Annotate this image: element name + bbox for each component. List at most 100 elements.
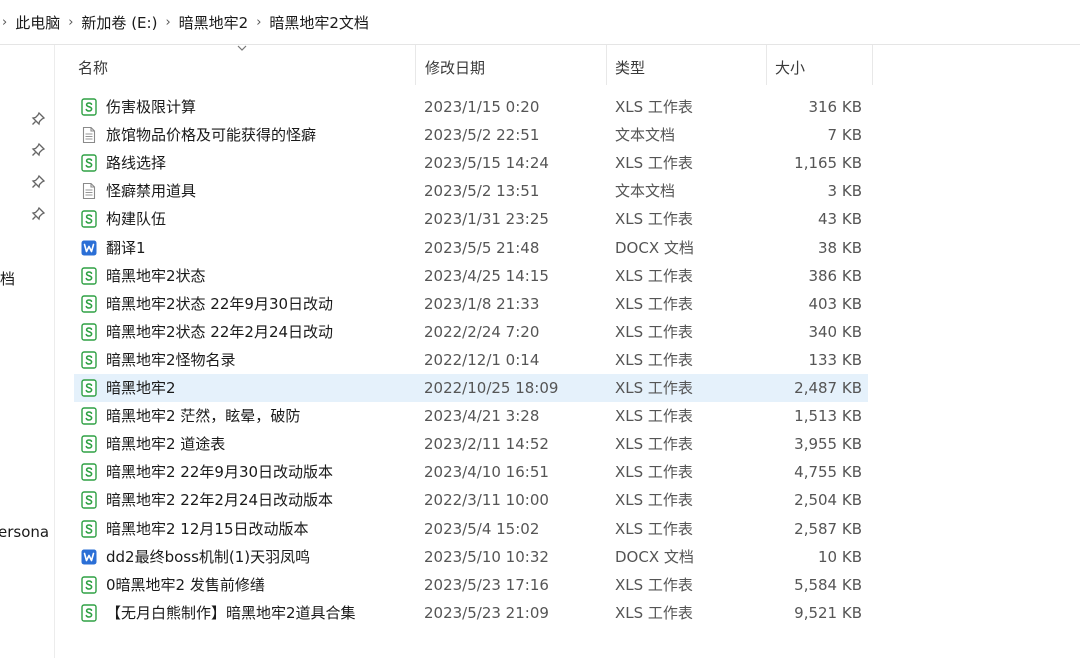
file-name: 构建队伍 bbox=[106, 210, 167, 228]
file-row[interactable]: 暗黑地牢2 22年9月30日改动版本 2023/4/10 16:51 XLS 工作表… bbox=[74, 458, 868, 486]
column-header-name-label: 名称 bbox=[78, 58, 109, 77]
breadcrumb: › 此电脑 › 新加卷 (E:) › 暗黑地牢2 › 暗黑地牢2文档 bbox=[0, 0, 1080, 45]
file-row[interactable]: 暗黑地牢2 茫然，眩晕，破防 2023/4/21 3:28 XLS 工作表 1,513… bbox=[74, 402, 868, 430]
column-header-date-label: 修改日期 bbox=[425, 58, 486, 77]
file-row[interactable]: 怪癖禁用道具 2023/5/2 13:51 文本文档 3 KB bbox=[74, 177, 868, 205]
file-date-modified: 2023/4/25 14:15 bbox=[424, 267, 549, 285]
column-divider[interactable] bbox=[766, 45, 767, 85]
file-row[interactable]: 暗黑地牢2 12月15日改动版本 2023/5/4 15:02 XLS 工作表 2,5… bbox=[74, 515, 868, 543]
xls-icon bbox=[80, 267, 98, 285]
file-row[interactable]: 暗黑地牢2 道途表 2023/2/11 14:52 XLS 工作表 3,955 KB bbox=[74, 430, 868, 458]
file-date-modified: 2023/4/21 3:28 bbox=[424, 407, 540, 425]
file-row[interactable]: dd2最终boss机制(1)天羽凤鸣 2023/5/10 10:32 DOCX 文档… bbox=[74, 543, 868, 571]
file-date-modified: 2023/5/2 22:51 bbox=[424, 126, 540, 144]
file-date-modified: 2022/3/11 10:00 bbox=[424, 491, 549, 509]
pin-icon[interactable] bbox=[30, 111, 46, 127]
file-size: 2,487 KB bbox=[794, 379, 862, 397]
file-row[interactable]: 旅馆物品价格及可能获得的怪癖 2023/5/2 22:51 文本文档 7 KB bbox=[74, 121, 868, 149]
file-type: XLS 工作表 bbox=[615, 463, 693, 481]
column-header-name[interactable]: 名称 bbox=[78, 45, 413, 89]
file-name: 翻译1 bbox=[106, 239, 146, 257]
file-row[interactable]: 暗黑地牢2状态 22年2月24日改动 2022/2/24 7:20 XLS 工作表 3… bbox=[74, 318, 868, 346]
column-header-size-label: 大小 bbox=[775, 58, 806, 77]
file-name: 暗黑地牢2怪物名录 bbox=[106, 351, 236, 369]
breadcrumb-item-drive[interactable]: 新加卷 (E:) bbox=[81, 12, 157, 33]
xls-icon bbox=[80, 379, 98, 397]
column-divider[interactable] bbox=[872, 45, 873, 85]
file-type: XLS 工作表 bbox=[615, 520, 693, 538]
file-date-modified: 2023/5/5 21:48 bbox=[424, 239, 540, 257]
file-type: XLS 工作表 bbox=[615, 98, 693, 116]
file-type: XLS 工作表 bbox=[615, 295, 693, 313]
xls-icon bbox=[80, 323, 98, 341]
file-date-modified: 2023/5/4 15:02 bbox=[424, 520, 540, 538]
chevron-right-icon[interactable]: › bbox=[256, 15, 261, 30]
file-row[interactable]: 暗黑地牢2 2022/10/25 18:09 XLS 工作表 2,487 KB bbox=[74, 374, 868, 402]
column-header-date[interactable]: 修改日期 bbox=[425, 45, 605, 89]
file-date-modified: 2023/5/2 13:51 bbox=[424, 182, 540, 200]
xls-icon bbox=[80, 154, 98, 172]
file-size: 316 KB bbox=[808, 98, 862, 116]
column-divider[interactable] bbox=[606, 45, 607, 85]
file-row[interactable]: 翻译1 2023/5/5 21:48 DOCX 文档 38 KB bbox=[74, 234, 868, 262]
file-row[interactable]: 构建队伍 2023/1/31 23:25 XLS 工作表 43 KB bbox=[74, 205, 868, 233]
file-row[interactable]: 【无月白熊制作】暗黑地牢2道具合集 2023/5/23 21:09 XLS 工作表 9… bbox=[74, 599, 868, 627]
pin-icon[interactable] bbox=[30, 142, 46, 158]
breadcrumb-item-this-pc[interactable]: 此电脑 bbox=[15, 12, 60, 33]
nav-item-personal[interactable]: ersona bbox=[0, 523, 49, 541]
breadcrumb-item-folder[interactable]: 暗黑地牢2 bbox=[179, 12, 249, 33]
file-date-modified: 2023/2/11 14:52 bbox=[424, 435, 549, 453]
file-type: XLS 工作表 bbox=[615, 154, 693, 172]
xls-icon bbox=[80, 604, 98, 622]
column-header-type-label: 类型 bbox=[615, 58, 646, 77]
file-name: 暗黑地牢2 22年9月30日改动版本 bbox=[106, 463, 334, 481]
file-name: 暗黑地牢2 12月15日改动版本 bbox=[106, 520, 309, 538]
nav-item-documents[interactable]: 档 bbox=[0, 268, 15, 289]
txt-icon bbox=[80, 126, 98, 144]
file-size: 10 KB bbox=[818, 548, 862, 566]
file-type: XLS 工作表 bbox=[615, 351, 693, 369]
file-name: 暗黑地牢2 茫然，眩晕，破防 bbox=[106, 407, 301, 425]
file-size: 7 KB bbox=[827, 126, 862, 144]
xls-icon bbox=[80, 435, 98, 453]
file-name: 暗黑地牢2状态 bbox=[106, 267, 206, 285]
file-row[interactable]: 暗黑地牢2状态 22年9月30日改动 2023/1/8 21:33 XLS 工作表 4… bbox=[74, 290, 868, 318]
file-row[interactable]: 暗黑地牢2怪物名录 2022/12/1 0:14 XLS 工作表 133 KB bbox=[74, 346, 868, 374]
file-explorer-window: › 此电脑 › 新加卷 (E:) › 暗黑地牢2 › 暗黑地牢2文档 档 ers… bbox=[0, 0, 1080, 658]
pin-icon[interactable] bbox=[30, 206, 46, 222]
file-type: XLS 工作表 bbox=[615, 604, 693, 622]
file-row[interactable]: 暗黑地牢2状态 2023/4/25 14:15 XLS 工作表 386 KB bbox=[74, 262, 868, 290]
file-size: 4,755 KB bbox=[794, 463, 862, 481]
file-date-modified: 2023/5/23 21:09 bbox=[424, 604, 549, 622]
file-date-modified: 2022/12/1 0:14 bbox=[424, 351, 540, 369]
file-size: 1,513 KB bbox=[794, 407, 862, 425]
file-type: XLS 工作表 bbox=[615, 210, 693, 228]
xls-icon bbox=[80, 351, 98, 369]
breadcrumb-item-current-folder[interactable]: 暗黑地牢2文档 bbox=[269, 12, 369, 33]
pin-icon[interactable] bbox=[30, 174, 46, 190]
file-size: 38 KB bbox=[818, 239, 862, 257]
file-size: 1,165 KB bbox=[794, 154, 862, 172]
txt-icon bbox=[80, 182, 98, 200]
file-name: 暗黑地牢2状态 22年2月24日改动 bbox=[106, 323, 334, 341]
file-size: 2,504 KB bbox=[794, 491, 862, 509]
file-row[interactable]: 路线选择 2023/5/15 14:24 XLS 工作表 1,165 KB bbox=[74, 149, 868, 177]
column-header-size[interactable]: 大小 bbox=[775, 45, 870, 89]
file-name: 0暗黑地牢2 发售前修缮 bbox=[106, 576, 265, 594]
navigation-pane: 档 ersona bbox=[0, 45, 55, 658]
file-size: 5,584 KB bbox=[794, 576, 862, 594]
file-size: 2,587 KB bbox=[794, 520, 862, 538]
file-size: 43 KB bbox=[818, 210, 862, 228]
chevron-right-icon[interactable]: › bbox=[165, 15, 170, 30]
column-divider[interactable] bbox=[415, 45, 416, 85]
file-row[interactable]: 暗黑地牢2 22年2月24日改动版本 2022/3/11 10:00 XLS 工作表… bbox=[74, 486, 868, 514]
file-date-modified: 2023/5/15 14:24 bbox=[424, 154, 549, 172]
file-row[interactable]: 伤害极限计算 2023/1/15 0:20 XLS 工作表 316 KB bbox=[74, 93, 868, 121]
file-size: 403 KB bbox=[808, 295, 862, 313]
file-row[interactable]: 0暗黑地牢2 发售前修缮 2023/5/23 17:16 XLS 工作表 5,584 … bbox=[74, 571, 868, 599]
file-type: XLS 工作表 bbox=[615, 323, 693, 341]
chevron-right-icon[interactable]: › bbox=[68, 15, 73, 30]
column-header-type[interactable]: 类型 bbox=[615, 45, 765, 89]
xls-icon bbox=[80, 210, 98, 228]
file-name: dd2最终boss机制(1)天羽凤鸣 bbox=[106, 548, 311, 566]
